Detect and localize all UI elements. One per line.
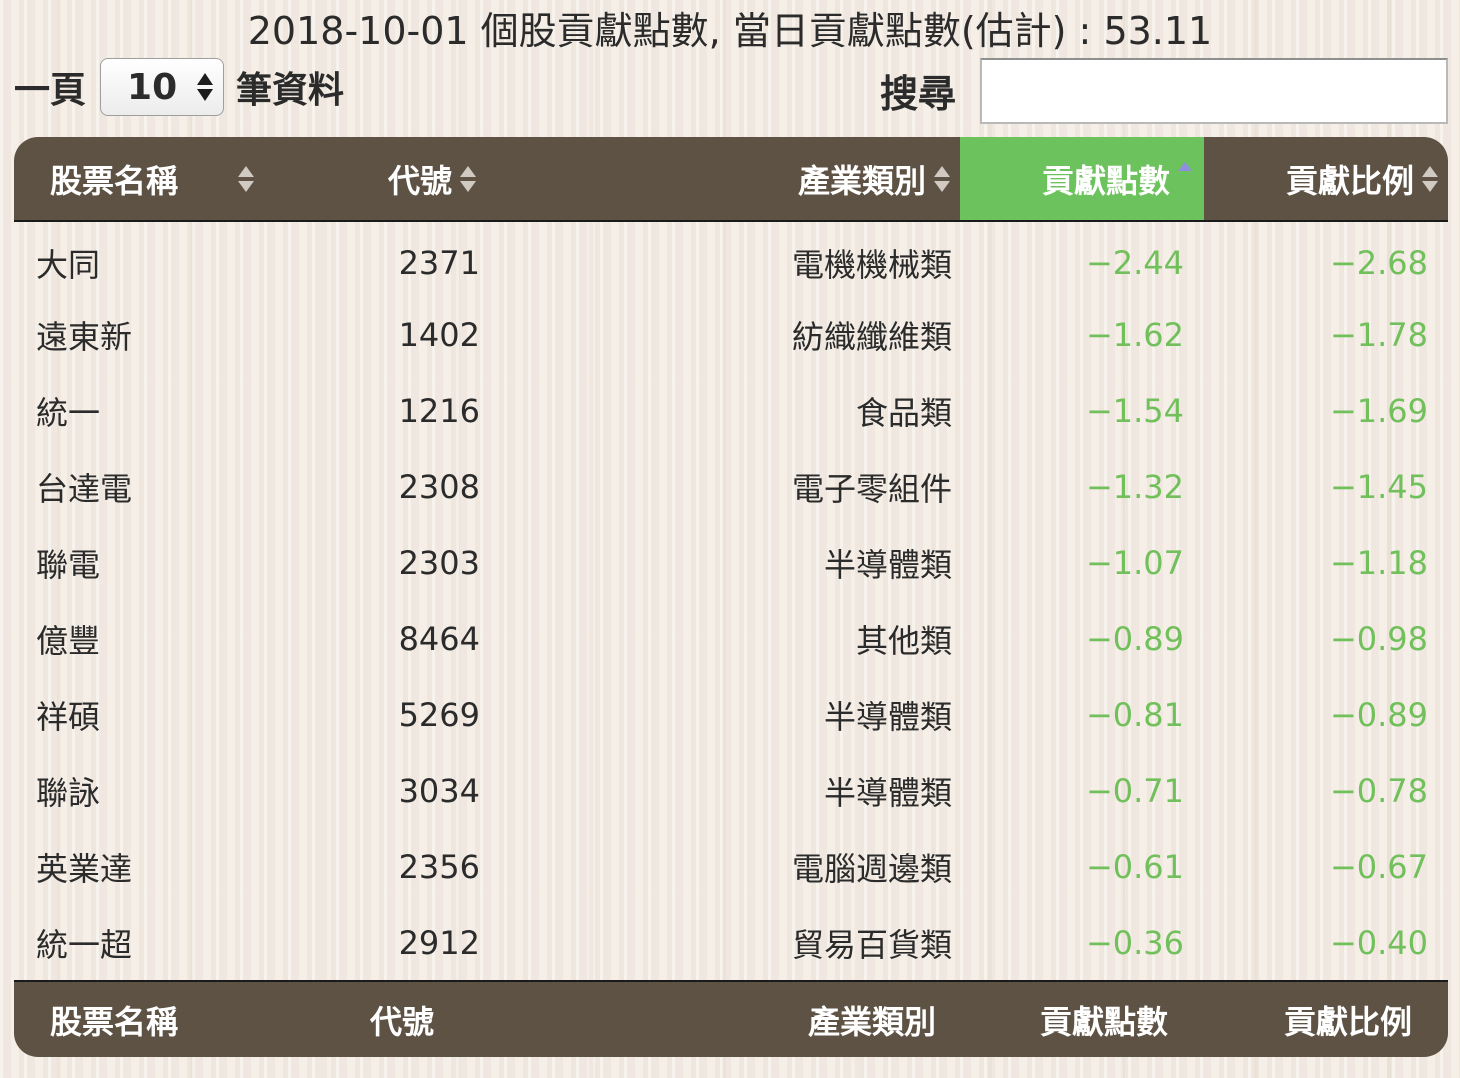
cell-code: 1216 (398, 392, 480, 430)
page-title: 2018-10-01 個股貢獻點數, 當日貢獻點數(估計) : 53.11 (247, 9, 1213, 53)
up-down-chevron-icon (197, 73, 214, 101)
cell-points: −2.44 (1085, 243, 1184, 282)
cell-ratio: −1.69 (1329, 392, 1428, 430)
cell-points: −1.32 (1085, 468, 1184, 506)
cell-name: 統一 (36, 394, 101, 432)
page-length-suffix: 筆資料 (236, 70, 345, 111)
sort-both-icon (934, 165, 950, 192)
cell-code: 5269 (398, 696, 480, 734)
cell-ratio: −0.40 (1329, 923, 1428, 962)
cell-name: 大同 (36, 245, 101, 284)
sort-ascending-icon (1178, 162, 1192, 171)
column-header-label: 貢獻點數 (1041, 161, 1170, 200)
cell-industry: 食品類 (855, 394, 952, 432)
cell-ratio: −0.78 (1329, 772, 1428, 810)
cell-points: −0.81 (1085, 696, 1184, 734)
cell-ratio: −0.98 (1329, 620, 1428, 658)
column-header-label: 代號 (387, 161, 452, 200)
cell-code: 2356 (398, 848, 480, 886)
page-length-control: 一頁 10 筆資料 (14, 58, 344, 116)
footer-label: 貢獻點數 (1039, 1002, 1168, 1041)
cell-industry: 半導體類 (823, 546, 952, 584)
page-length-select[interactable]: 10 (100, 58, 225, 116)
sort-both-icon (460, 165, 476, 192)
cell-industry: 紡織纖維類 (791, 318, 952, 356)
table-row: 台達電 2308 電子零組件 −1.32 −1.45 (14, 449, 1448, 525)
table-row: 遠東新 1402 紡織纖維類 −1.62 −1.78 (14, 297, 1448, 373)
page-length-prefix: 一頁 (14, 70, 87, 111)
sort-both-icon (238, 165, 254, 192)
table-row: 聯電 2303 半導體類 −1.07 −1.18 (14, 525, 1448, 601)
footer-label: 貢獻比例 (1283, 1002, 1412, 1041)
cell-ratio: −1.45 (1329, 468, 1428, 506)
cell-name: 祥碩 (36, 698, 101, 736)
cell-code: 8464 (398, 620, 480, 658)
cell-name: 英業達 (36, 850, 133, 888)
cell-points: −0.61 (1085, 848, 1184, 886)
footer-header-name: 股票名稱 (14, 980, 276, 1057)
cell-code: 2303 (398, 544, 480, 582)
cell-name: 聯電 (36, 546, 101, 584)
cell-points: −0.71 (1085, 772, 1184, 810)
footer-label: 產業類別 (807, 1002, 936, 1041)
footer-header-ratio: 貢獻比例 (1204, 980, 1448, 1057)
column-header-label: 股票名稱 (50, 161, 179, 200)
table-header-row: 股票名稱 代號 產業類別 貢獻點數 貢獻比例 (14, 137, 1448, 222)
cell-name: 聯詠 (36, 774, 101, 812)
cell-code: 2371 (398, 243, 480, 282)
column-header-code[interactable]: 代號 (276, 137, 486, 222)
cell-industry: 半導體類 (823, 698, 952, 736)
table-row: 英業達 2356 電腦週邊類 −0.61 −0.67 (14, 829, 1448, 905)
page-length-value: 10 (127, 66, 178, 108)
cell-industry: 電子零組件 (791, 470, 952, 508)
cell-points: −0.89 (1085, 620, 1184, 658)
cell-industry: 貿易百貨類 (791, 925, 952, 964)
cell-ratio: −0.89 (1329, 696, 1428, 734)
search-input[interactable] (980, 58, 1448, 124)
table-row: 聯詠 3034 半導體類 −0.71 −0.78 (14, 753, 1448, 829)
column-header-label: 貢獻比例 (1285, 161, 1414, 200)
cell-industry: 其他類 (855, 622, 952, 660)
sort-both-icon (1422, 165, 1438, 192)
cell-ratio: −1.78 (1329, 316, 1428, 354)
cell-code: 3034 (398, 772, 480, 810)
cell-ratio: −2.68 (1329, 243, 1428, 282)
footer-label: 代號 (369, 1002, 434, 1041)
table-row: 統一 1216 食品類 −1.54 −1.69 (14, 373, 1448, 449)
table-row: 祥碩 5269 半導體類 −0.81 −0.89 (14, 677, 1448, 753)
cell-code: 2308 (398, 468, 480, 506)
column-header-name[interactable]: 股票名稱 (14, 137, 276, 222)
cell-points: −1.62 (1085, 316, 1184, 354)
table-row: 統一超 2912 貿易百貨類 −0.36 −0.40 (14, 905, 1448, 981)
footer-header-code: 代號 (276, 980, 486, 1057)
cell-name: 台達電 (36, 470, 133, 508)
cell-industry: 電機機械類 (791, 245, 952, 284)
column-header-ratio[interactable]: 貢獻比例 (1204, 137, 1448, 222)
cell-points: −1.07 (1085, 544, 1184, 582)
cell-industry: 半導體類 (823, 774, 952, 812)
table-row: 億豐 8464 其他類 −0.89 −0.98 (14, 601, 1448, 677)
footer-label: 股票名稱 (50, 1002, 179, 1041)
table-row: 大同 2371 電機機械類 −2.44 −2.68 (14, 221, 1448, 297)
cell-name: 億豐 (36, 622, 101, 660)
table-footer-row: 股票名稱 代號 產業類別 貢獻點數 貢獻比例 (14, 980, 1448, 1057)
cell-points: −0.36 (1085, 923, 1184, 962)
cell-code: 2912 (398, 923, 480, 962)
cell-name: 統一超 (36, 925, 133, 964)
cell-name: 遠東新 (36, 318, 133, 356)
cell-industry: 電腦週邊類 (791, 850, 952, 888)
column-header-points[interactable]: 貢獻點數 (960, 137, 1204, 222)
cell-points: −1.54 (1085, 392, 1184, 430)
search-label: 搜尋 (880, 72, 957, 116)
cell-ratio: −0.67 (1329, 848, 1428, 886)
footer-header-industry: 產業類別 (486, 980, 960, 1057)
column-header-industry[interactable]: 產業類別 (486, 137, 960, 222)
column-header-label: 產業類別 (797, 161, 926, 200)
footer-header-points: 貢獻點數 (960, 980, 1204, 1057)
cell-code: 1402 (398, 316, 480, 354)
contribution-table: 股票名稱 代號 產業類別 貢獻點數 貢獻比例 大同 2371 電機機械類 −2.… (14, 137, 1448, 1057)
cell-ratio: −1.18 (1329, 544, 1428, 582)
